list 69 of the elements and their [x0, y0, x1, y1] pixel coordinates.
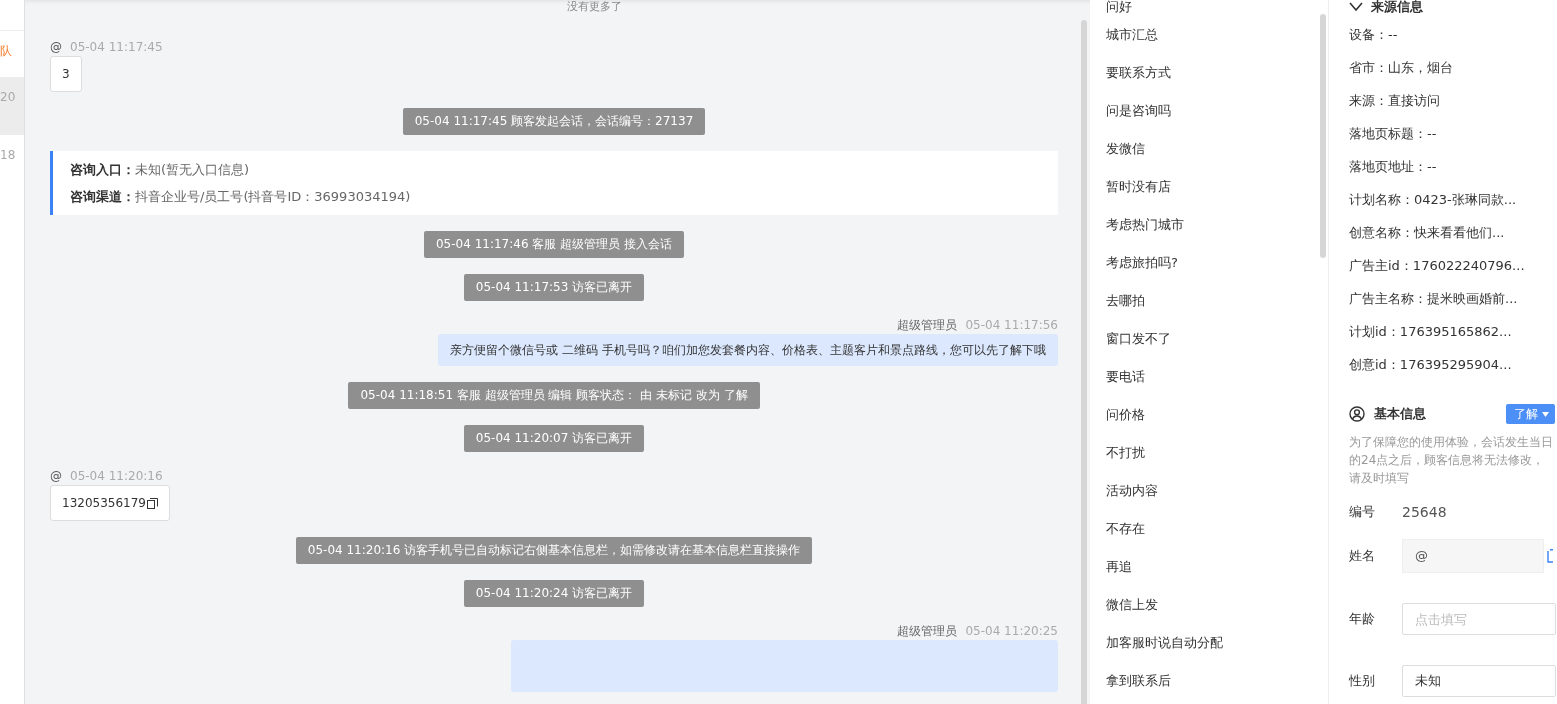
no-more-text: 没有更多了 — [565, 1, 623, 13]
message-bubble: 13205356179 — [50, 485, 170, 521]
message-time: 05-04 11:20:25 — [965, 623, 1058, 639]
info-value: 抖音企业号/员工号(抖音号ID：36993034194) — [135, 189, 411, 204]
source-detail: 来源：直接访问 — [1349, 92, 1441, 110]
sender-name: 超级管理员 — [897, 317, 958, 333]
system-notice: 05-04 11:17:46 客服 超级管理员 接入会话 — [424, 231, 684, 258]
quick-phrase[interactable]: 发微信 — [1106, 130, 1320, 168]
source-detail: 创意id：176395295904... — [1349, 356, 1513, 374]
quick-phrase[interactable]: 城市汇总 — [1106, 16, 1320, 54]
info-label: 咨询入口： — [70, 162, 135, 177]
system-notice: 05-04 11:18:51 客服 超级管理员 编辑 顾客状态： 由 未标记 改为 了解 — [348, 382, 760, 409]
caret-icon — [1542, 411, 1549, 417]
sender-name: 超级管理员 — [897, 623, 958, 639]
quick-phrase[interactable]: 要电话 — [1106, 358, 1320, 396]
system-notice: 05-04 11:17:53 访客已离开 — [463, 274, 645, 301]
field-label: 姓名 — [1349, 547, 1376, 565]
source-detail: 计划名称：0423-张琳同款... — [1349, 191, 1518, 209]
quick-phrase[interactable]: 再追 — [1106, 548, 1320, 586]
source-detail: 创意名称：快来看看他们... — [1349, 224, 1506, 242]
system-notice: 05-04 11:20:07 访客已离开 — [463, 425, 645, 452]
message-time: 05-04 11:17:45 — [70, 39, 163, 55]
system-notice: 05-04 11:17:45 顾客发起会话，会话编号：27137 — [402, 108, 706, 135]
field-label: 年龄 — [1349, 610, 1376, 628]
quick-phrase[interactable]: 窗口发不了 — [1106, 320, 1320, 358]
source-detail: 设备：-- — [1349, 26, 1399, 44]
message-time: 05-04 11:20:16 — [70, 468, 163, 484]
scrollbar[interactable] — [1320, 14, 1326, 258]
quick-phrase[interactable]: 拿到联系后 — [1106, 662, 1320, 700]
source-detail: 落地页地址：-- — [1349, 158, 1438, 176]
quick-phrase[interactable]: 不打扰 — [1106, 434, 1320, 472]
system-notice: 05-04 11:20:24 访客已离开 — [463, 580, 645, 607]
field-label: 编号 — [1349, 503, 1376, 521]
field-label: 性别 — [1349, 672, 1376, 690]
system-notice: 05-04 11:20:16 访客手机号已自动标记右侧基本信息栏，如需修改请在基本信息栏直接操作 — [295, 537, 813, 564]
quick-phrase[interactable]: 要联系方式 — [1106, 54, 1320, 92]
info-label: 咨询渠道： — [70, 189, 135, 204]
section-title: 基本信息 — [1374, 405, 1427, 423]
message-bubble: 3 — [50, 56, 82, 92]
quick-phrase[interactable]: 问是咨询吗 — [1106, 92, 1320, 130]
scrollbar[interactable] — [1081, 20, 1087, 704]
input-field[interactable]: 未知 — [1402, 665, 1556, 697]
message-time: 05-04 11:17:56 — [965, 317, 1058, 333]
user-icon — [1349, 406, 1365, 422]
section-title: 来源信息 — [1371, 0, 1423, 14]
quick-phrase[interactable]: 问价格 — [1106, 396, 1320, 434]
sender-name: @ — [50, 468, 62, 484]
quick-phrase[interactable]: 活动内容 — [1106, 472, 1320, 510]
quick-phrase[interactable]: 不存在 — [1106, 510, 1320, 548]
quick-phrase[interactable]: 考虑热门城市 — [1106, 206, 1320, 244]
quick-phrase[interactable]: 暂时没有店 — [1106, 168, 1320, 206]
source-detail: 落地页标题：-- — [1349, 125, 1438, 143]
copy-icon[interactable] — [147, 497, 158, 509]
name-field[interactable]: @ — [1402, 539, 1544, 573]
notice-text: 为了保障您的使用体验，会话发生当日的24点之后，顾客信息将无法修改，请及时填写 — [1349, 434, 1554, 487]
quick-phrase[interactable]: 去哪拍 — [1106, 282, 1320, 320]
sender-name: @ — [50, 39, 62, 55]
info-value: 未知(暂无入口信息) — [135, 162, 250, 177]
message-bubble: 亲方便留个微信号或 二维码 手机号吗？咱们加您发套餐内容、价格表、主题客片和景点路线，您可以先了解下哦 — [438, 334, 1058, 366]
quick-phrase[interactable]: 考虑旅拍吗? — [1106, 244, 1320, 282]
source-detail: 省市：山东，烟台 — [1349, 59, 1454, 77]
source-detail: 广告主id：176022240796... — [1349, 257, 1526, 275]
input-field[interactable]: 点击填写 — [1402, 603, 1556, 635]
source-detail: 计划id：176395165862... — [1349, 323, 1513, 341]
quick-phrase[interactable]: 微信上发 — [1106, 586, 1320, 624]
field-value: 25648 — [1402, 504, 1447, 520]
quick-phrase[interactable]: 问好 — [1106, 0, 1320, 14]
source-detail: 广告主名称：提米映画婚前... — [1349, 290, 1519, 308]
quick-phrase[interactable]: 加客服时说自动分配 — [1106, 624, 1320, 662]
